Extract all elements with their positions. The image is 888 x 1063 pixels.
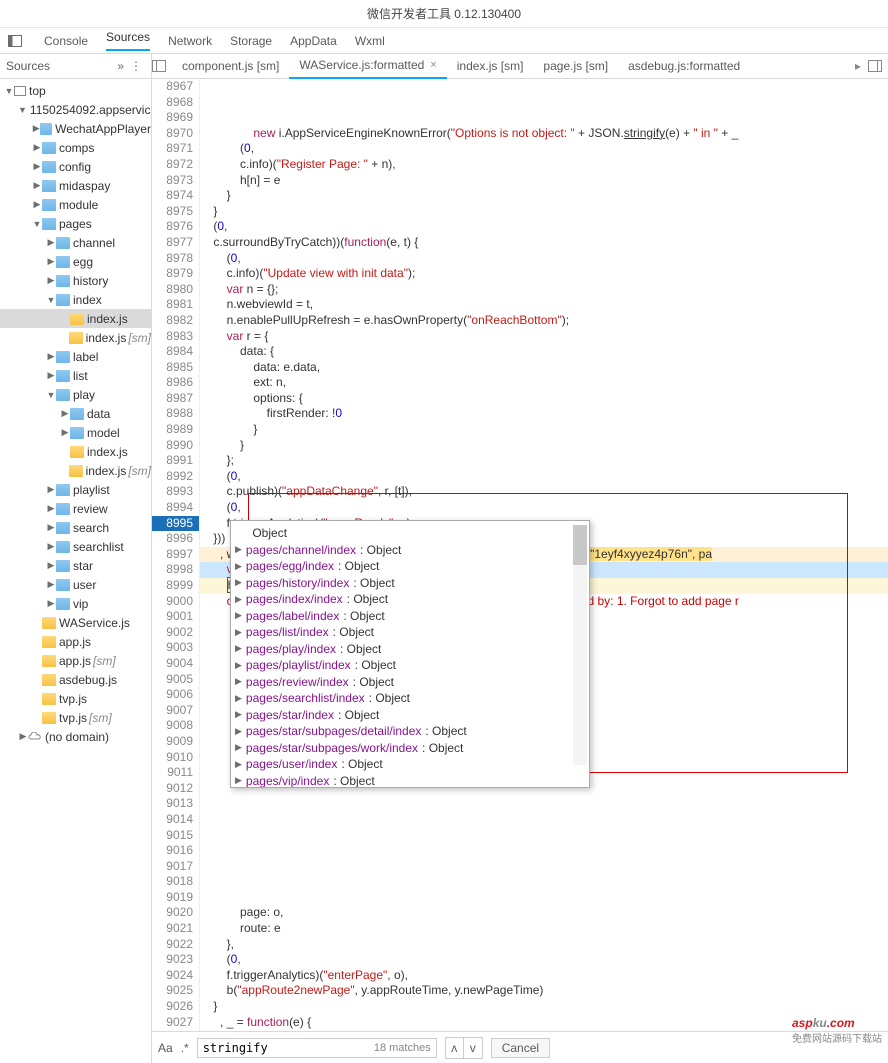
file-tab[interactable]: WAService.js:formatted×	[289, 54, 446, 79]
sidebar: Sources » ⋮ ▼top▼1150254092.appservice.o…	[0, 54, 152, 1063]
popup-entry[interactable]: ▶pages/searchlist/index: Object	[235, 690, 585, 707]
tree-node[interactable]: ▶history	[0, 271, 151, 290]
popup-entry[interactable]: ▶pages/play/index: Object	[235, 641, 585, 658]
popup-entry[interactable]: ▶pages/review/index: Object	[235, 674, 585, 691]
popup-entry[interactable]: ▶pages/index/index: Object	[235, 591, 585, 608]
tab-wxml[interactable]: Wxml	[355, 34, 385, 48]
tree-node[interactable]: index.js	[0, 309, 151, 328]
tree-node[interactable]: ▶egg	[0, 252, 151, 271]
devtools-tabbar: Console Sources Network Storage AppData …	[0, 28, 888, 54]
tree-node[interactable]: ▶model	[0, 423, 151, 442]
tree-node[interactable]: index.js[sm]	[0, 461, 151, 480]
tree-node[interactable]: ▶list	[0, 366, 151, 385]
window-title: 微信开发者工具 0.12.130400	[0, 0, 888, 28]
tree-node[interactable]: app.js[sm]	[0, 651, 151, 670]
popup-entry[interactable]: ▶pages/channel/index: Object	[235, 542, 585, 559]
tab-appdata[interactable]: AppData	[290, 34, 337, 48]
tree-node[interactable]: ▶data	[0, 404, 151, 423]
popup-entry[interactable]: ▶pages/star/subpages/work/index: Object	[235, 740, 585, 757]
tree-node[interactable]: ▶midaspay	[0, 176, 151, 195]
sidebar-label: Sources	[6, 59, 114, 73]
popup-entry[interactable]: ▶pages/list/index: Object	[235, 624, 585, 641]
navigator-icon[interactable]	[152, 60, 172, 72]
cancel-button[interactable]: Cancel	[491, 1038, 550, 1058]
chevron-right-icon[interactable]: ▸	[848, 59, 868, 73]
tree-node[interactable]: ▼index	[0, 290, 151, 309]
file-tab[interactable]: page.js [sm]	[533, 54, 618, 79]
more-icon[interactable]: ⋮	[127, 59, 145, 73]
popup-entry[interactable]: ▶pages/vip/index: Object	[235, 773, 585, 789]
watermark: aspku.com 免费网站源码下载站	[792, 1016, 882, 1045]
tree-node[interactable]: ▶(no domain)	[0, 727, 151, 746]
case-toggle[interactable]: Aa	[158, 1041, 173, 1055]
tree-node[interactable]: app.js	[0, 632, 151, 651]
tree-node[interactable]: ▶star	[0, 556, 151, 575]
file-tab[interactable]: asdebug.js:formatted	[618, 54, 750, 79]
regex-toggle[interactable]: .*	[181, 1041, 189, 1055]
next-match[interactable]: v	[464, 1038, 482, 1058]
overflow-icon[interactable]: »	[114, 59, 127, 73]
object-inspector-popup[interactable]: Object ▶pages/channel/index: Object▶page…	[230, 520, 590, 788]
tree-node[interactable]: asdebug.js	[0, 670, 151, 689]
dock-icon[interactable]	[8, 35, 26, 47]
tree-node[interactable]: WAService.js	[0, 613, 151, 632]
tree-node[interactable]: ▼pages	[0, 214, 151, 233]
tree-node[interactable]: index.js	[0, 442, 151, 461]
tree-node[interactable]: ▼play	[0, 385, 151, 404]
search-bar: Aa .* 18 matches ʌ v Cancel	[152, 1031, 888, 1063]
tab-console[interactable]: Console	[44, 34, 88, 48]
tree-node[interactable]: tvp.js	[0, 689, 151, 708]
tree-node[interactable]: ▶config	[0, 157, 151, 176]
tree-node[interactable]: ▶review	[0, 499, 151, 518]
popup-entry[interactable]: ▶pages/egg/index: Object	[235, 558, 585, 575]
tab-storage[interactable]: Storage	[230, 34, 272, 48]
popup-entry[interactable]: ▶pages/label/index: Object	[235, 608, 585, 625]
popup-scroll-thumb[interactable]	[573, 525, 587, 565]
close-icon[interactable]: ×	[430, 59, 436, 71]
tree-node[interactable]: ▶module	[0, 195, 151, 214]
tree-node[interactable]: ▶search	[0, 518, 151, 537]
match-count: 18 matches	[374, 1042, 431, 1054]
popup-entry[interactable]: ▶pages/history/index: Object	[235, 575, 585, 592]
file-tab[interactable]: index.js [sm]	[447, 54, 534, 79]
tree-node[interactable]: tvp.js[sm]	[0, 708, 151, 727]
tree-node[interactable]: ▶comps	[0, 138, 151, 157]
search-input[interactable]	[203, 1041, 363, 1055]
tree-node[interactable]: ▶searchlist	[0, 537, 151, 556]
tree-node[interactable]: index.js[sm]	[0, 328, 151, 347]
debugger-pane-icon[interactable]	[868, 60, 888, 72]
prev-match[interactable]: ʌ	[446, 1038, 464, 1058]
tree-node[interactable]: ▶user	[0, 575, 151, 594]
tree-node[interactable]: ▶label	[0, 347, 151, 366]
editor-tabs: component.js [sm]WAService.js:formatted×…	[152, 54, 888, 79]
tree-node[interactable]: ▼top	[0, 81, 151, 100]
popup-entry[interactable]: ▶pages/playlist/index: Object	[235, 657, 585, 674]
tree-node[interactable]: ▼1150254092.appservice.open.weixin	[0, 100, 151, 119]
tree-node[interactable]: ▶vip	[0, 594, 151, 613]
popup-entry[interactable]: ▶pages/star/subpages/detail/index: Objec…	[235, 723, 585, 740]
file-tab[interactable]: component.js [sm]	[172, 54, 289, 79]
popup-entry[interactable]: ▶pages/star/index: Object	[235, 707, 585, 724]
popup-entry[interactable]: ▶pages/user/index: Object	[235, 756, 585, 773]
file-tree[interactable]: ▼top▼1150254092.appservice.open.weixin▶W…	[0, 79, 151, 1063]
tree-node[interactable]: ▶channel	[0, 233, 151, 252]
tree-node[interactable]: ▶WechatAppPlayer	[0, 119, 151, 138]
tab-network[interactable]: Network	[168, 34, 212, 48]
tree-node[interactable]: ▶playlist	[0, 480, 151, 499]
tab-sources[interactable]: Sources	[106, 30, 150, 51]
